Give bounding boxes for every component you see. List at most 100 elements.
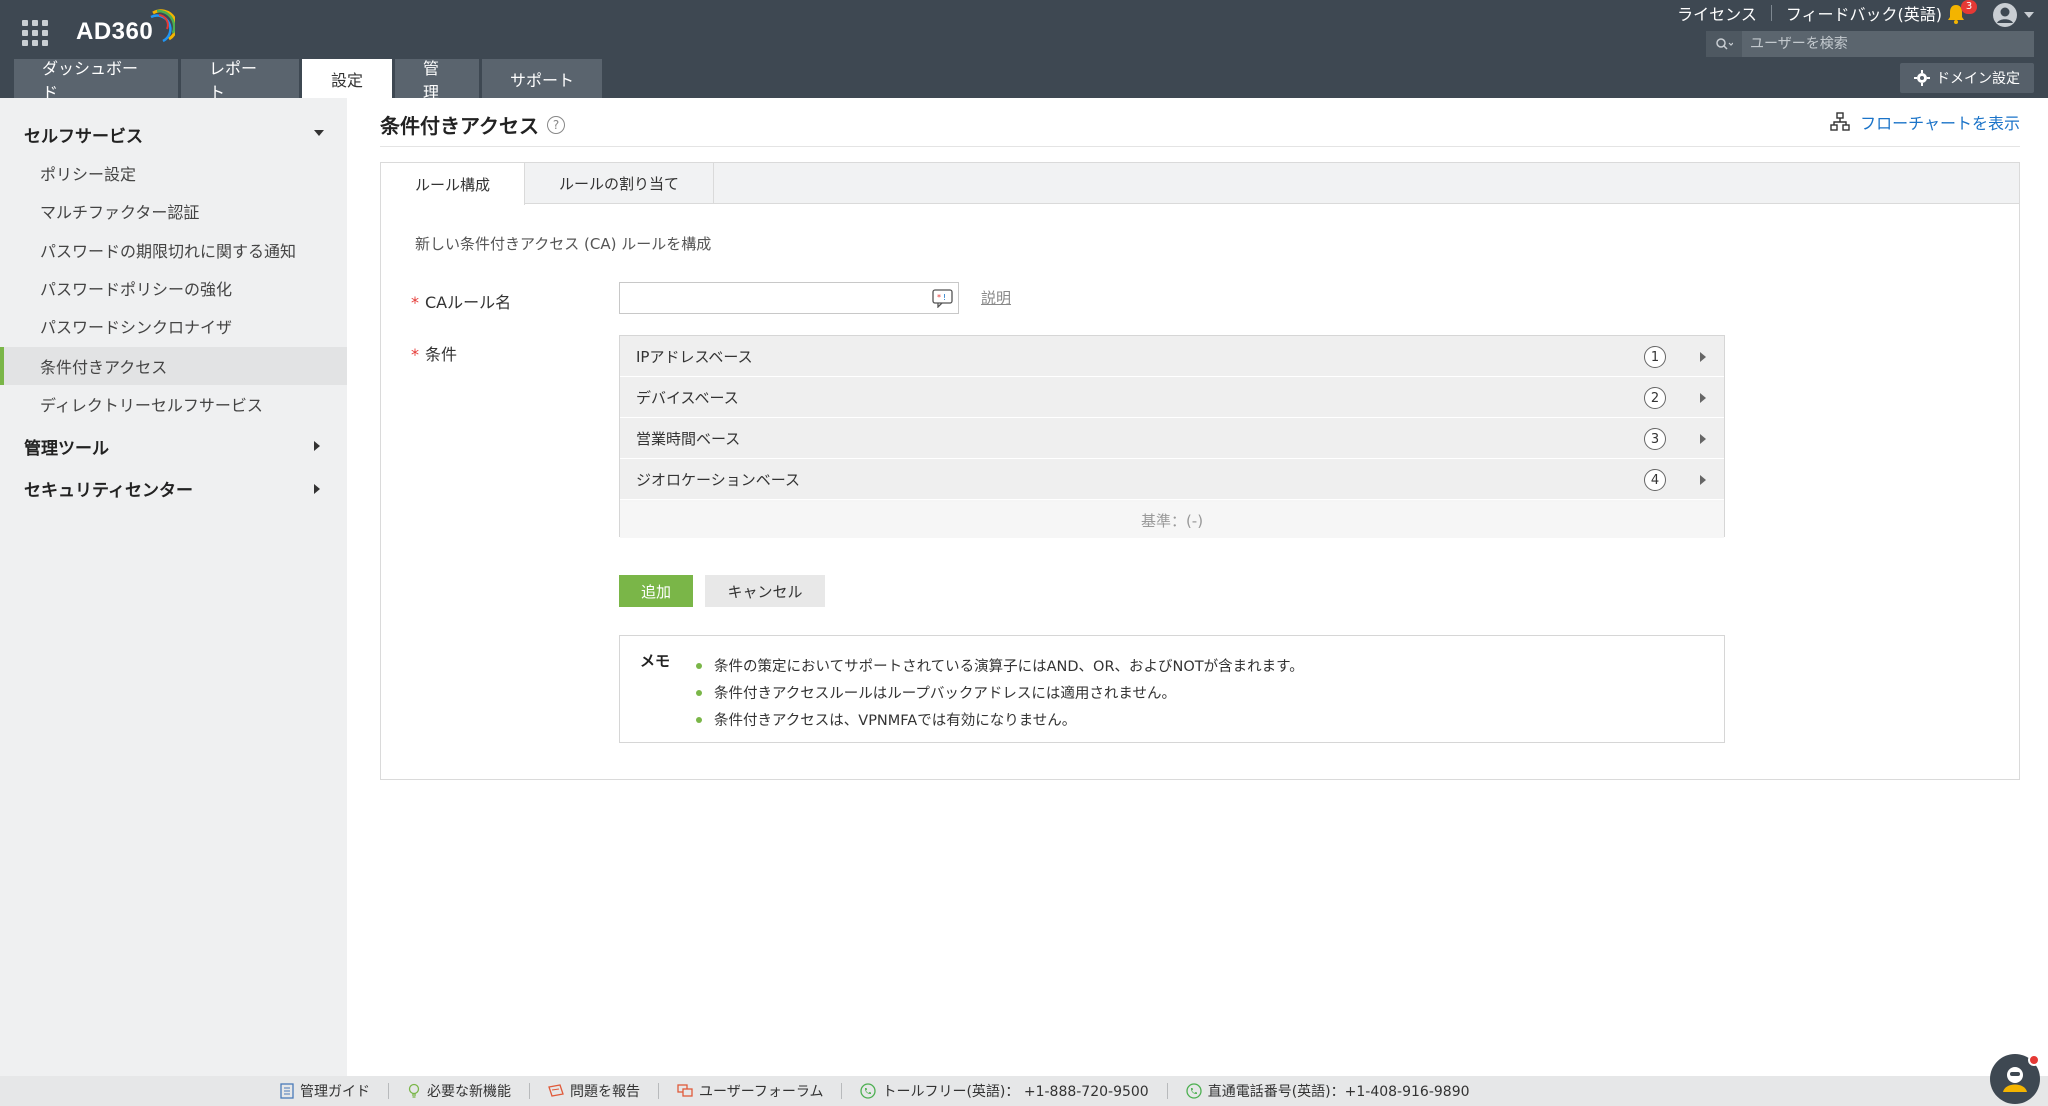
sidebar-section-admin-tools[interactable]: 管理ツール <box>24 434 109 459</box>
chevron-down-icon[interactable] <box>2024 12 2034 18</box>
main-tabs: ダッシュボード レポート 設定 管理 サポート <box>14 59 605 102</box>
user-search <box>1706 31 2034 57</box>
memo-box: メモ 条件の策定においてサポートされている演算子にはAND、OR、およびNOTが… <box>619 635 1725 743</box>
app-launcher-icon[interactable] <box>22 20 48 46</box>
lightbulb-icon <box>408 1083 420 1098</box>
tab-rule-assignment[interactable]: ルールの割り当て <box>525 163 715 204</box>
divider <box>380 146 2020 147</box>
sidebar-section-security-center[interactable]: セキュリティセンター <box>24 476 193 501</box>
notification-badge: 3 <box>1961 0 1977 14</box>
document-icon <box>280 1083 294 1099</box>
ca-rule-name-field: * ! <box>619 282 959 314</box>
phone-icon <box>1186 1083 1202 1099</box>
sidebar-item-policy[interactable]: ポリシー設定 <box>0 154 347 192</box>
form-heading: 新しい条件付きアクセス (CA) ルールを構成 <box>415 235 712 253</box>
footer-report-issue-label: 問題を報告 <box>570 1084 640 1100</box>
tab-dashboard[interactable]: ダッシュボード <box>14 59 178 102</box>
sidebar-item-password-policy[interactable]: パスワードポリシーの強化 <box>0 269 347 307</box>
feedback-link[interactable]: フィードバック(英語) <box>1772 1 1956 25</box>
report-icon <box>548 1084 564 1097</box>
chat-notification-dot <box>2028 1054 2040 1066</box>
condition-label: IPアドレスベース <box>636 347 753 366</box>
logo-arc-icon <box>150 9 176 43</box>
condition-number: 1 <box>1644 346 1666 368</box>
footer-user-forum-label: ユーザーフォーラム <box>699 1084 824 1100</box>
tab-rule-config[interactable]: ルール構成 <box>381 163 526 205</box>
ca-rule-name-input[interactable] <box>620 283 920 313</box>
add-button[interactable]: 追加 <box>619 575 693 607</box>
language-icon[interactable]: * ! <box>932 288 954 308</box>
footer-tollfree[interactable]: トールフリー(英語)： +1-888-720-9500 <box>842 1081 1166 1101</box>
page-title: 条件付きアクセス ? <box>380 110 565 139</box>
condition-row-geolocation[interactable]: ジオロケーションベース 4 <box>620 459 1724 500</box>
sidebar-item-password-sync[interactable]: パスワードシンクロナイザ <box>0 307 347 345</box>
condition-number: 4 <box>1644 469 1666 491</box>
footer-report-issue[interactable]: 問題を報告 <box>530 1081 658 1101</box>
tab-support[interactable]: サポート <box>482 59 602 98</box>
chevron-right-icon[interactable] <box>314 441 322 451</box>
sidebar-item-conditional-access[interactable]: 条件付きアクセス <box>0 347 347 385</box>
footer-tollfree-label: トールフリー(英語)： +1-888-720-9500 <box>882 1084 1149 1100</box>
panel-tabs: ルール構成 ルールの割り当て <box>381 163 2019 205</box>
memo-item: 条件付きアクセスルールはループバックアドレスには適用されません。 <box>696 679 1304 706</box>
conditions-box: IPアドレスベース 1 デバイスベース 2 営業時間ベース 3 ジオロケーション… <box>619 335 1725 538</box>
ca-rule-name-label-text: CAルール名 <box>425 293 512 312</box>
bullet-icon <box>696 662 702 669</box>
footer: 管理ガイド 必要な新機能 問題を報告 ユーザーフォーラム トールフリー(英語)：… <box>0 1076 2048 1106</box>
logo[interactable]: AD360 <box>76 9 176 52</box>
footer-direct-phone-label: 直通電話番号(英語)：+1-408-916-9890 <box>1207 1084 1470 1100</box>
memo-item: 条件の策定においてサポートされている演算子にはAND、OR、およびNOTが含まれ… <box>696 652 1304 679</box>
gear-icon <box>1914 70 1930 86</box>
chevron-right-icon[interactable] <box>1700 475 1706 485</box>
chevron-right-icon[interactable] <box>1700 393 1706 403</box>
sidebar: セルフサービス ポリシー設定 マルチファクター認証 パスワードの期限切れに関する… <box>0 98 347 1076</box>
top-links: ライセンス フィードバック(英語) <box>1663 2 1956 24</box>
sidebar-item-mfa[interactable]: マルチファクター認証 <box>0 192 347 230</box>
memo-item-text: 条件付きアクセスは、VPNMFAでは有効になりません。 <box>714 713 1077 729</box>
memo-label: メモ <box>640 652 671 670</box>
footer-feature-request-label: 必要な新機能 <box>427 1084 511 1100</box>
forum-icon <box>677 1084 693 1097</box>
tab-management[interactable]: 管理 <box>395 59 479 102</box>
rule-panel: ルール構成 ルールの割り当て 新しい条件付きアクセス (CA) ルールを構成 *… <box>380 162 2020 780</box>
sidebar-item-directory-selfservice[interactable]: ディレクトリーセルフサービス <box>0 385 347 423</box>
memo-item: 条件付きアクセスは、VPNMFAでは有効になりません。 <box>696 706 1304 733</box>
condition-label: 営業時間ベース <box>636 429 741 448</box>
chevron-right-icon[interactable] <box>1700 352 1706 362</box>
sidebar-item-password-expiry[interactable]: パスワードの期限切れに関する通知 <box>0 231 347 269</box>
tab-reports[interactable]: レポート <box>181 59 299 102</box>
conditions-label-text: 条件 <box>425 345 458 364</box>
condition-row-device[interactable]: デバイスベース 2 <box>620 377 1724 418</box>
domain-settings-button[interactable]: ドメイン設定 <box>1900 63 2034 93</box>
description-link[interactable]: 説明 <box>981 287 1011 308</box>
footer-admin-guide[interactable]: 管理ガイド <box>262 1081 388 1101</box>
chevron-right-icon[interactable] <box>1700 434 1706 444</box>
help-icon[interactable]: ? <box>547 115 565 134</box>
flowchart-link[interactable]: フローチャートを表示 <box>1830 110 2020 134</box>
cancel-button[interactable]: キャンセル <box>705 575 825 607</box>
domain-settings-label: ドメイン設定 <box>1936 71 2020 87</box>
condition-row-ip[interactable]: IPアドレスベース 1 <box>620 336 1724 377</box>
search-input[interactable] <box>1742 31 2034 57</box>
license-link[interactable]: ライセンス <box>1663 1 1771 25</box>
memo-list: 条件の策定においてサポートされている演算子にはAND、OR、およびNOTが含まれ… <box>696 652 1304 733</box>
condition-label: ジオロケーションベース <box>636 470 800 489</box>
flowchart-icon <box>1830 112 1850 131</box>
footer-direct-phone[interactable]: 直通電話番号(英語)：+1-408-916-9890 <box>1168 1081 1488 1101</box>
svg-text:*: * <box>937 293 941 302</box>
condition-number: 2 <box>1644 387 1666 409</box>
footer-user-forum[interactable]: ユーザーフォーラム <box>659 1081 841 1101</box>
footer-feature-request[interactable]: 必要な新機能 <box>389 1081 529 1101</box>
tab-settings[interactable]: 設定 <box>302 59 392 98</box>
footer-admin-guide-label: 管理ガイド <box>300 1084 370 1100</box>
sidebar-section-selfservice[interactable]: セルフサービス <box>24 122 143 147</box>
required-marker: * <box>411 345 419 364</box>
chevron-down-icon[interactable] <box>314 130 324 138</box>
condition-label: デバイスベース <box>636 388 739 407</box>
memo-item-text: 条件付きアクセスルールはループバックアドレスには適用されません。 <box>714 686 1176 702</box>
condition-row-business-hours[interactable]: 営業時間ベース 3 <box>620 418 1724 459</box>
phone-icon <box>860 1083 877 1099</box>
chevron-right-icon[interactable] <box>314 484 322 494</box>
search-icon[interactable] <box>1706 31 1742 57</box>
user-avatar-icon[interactable] <box>1992 2 2018 28</box>
